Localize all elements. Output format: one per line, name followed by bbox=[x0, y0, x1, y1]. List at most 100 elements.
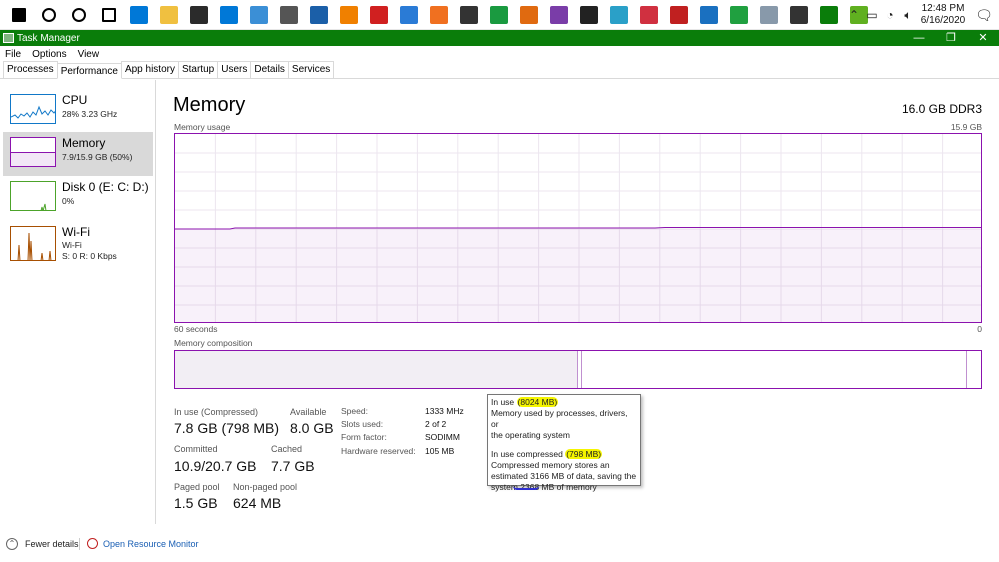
windows-start-icon[interactable] bbox=[6, 2, 32, 28]
performance-sidebar: CPU 28% 3.23 GHz Memory 7.9/15.9 GB (50%… bbox=[0, 80, 156, 524]
browser-icon[interactable] bbox=[486, 2, 512, 28]
slots-used-label: Slots used: bbox=[341, 419, 384, 429]
firefox-icon[interactable] bbox=[516, 2, 542, 28]
vscode-icon[interactable] bbox=[396, 2, 422, 28]
system-tray: ⌃ ▭ ◔ 🔈︎ 12:48 PM 6/16/2020 🗨︎ bbox=[845, 0, 999, 30]
slots-used-value: 2 of 2 bbox=[425, 419, 447, 429]
menu-bar: File Options View bbox=[0, 46, 999, 62]
app-purple-icon[interactable] bbox=[546, 2, 572, 28]
tab-app-history[interactable]: App history bbox=[120, 61, 179, 78]
menu-view[interactable]: View bbox=[78, 49, 100, 60]
composition-tooltip: In use (8024 MB) Memory used by processe… bbox=[487, 394, 641, 492]
time-span-label: 60 seconds bbox=[174, 324, 218, 334]
task-manager-icon bbox=[3, 33, 14, 43]
menu-options[interactable]: Options bbox=[32, 49, 66, 60]
remote-desktop-icon[interactable] bbox=[246, 2, 272, 28]
maximize-button[interactable]: ❐ bbox=[935, 30, 967, 46]
composition-in-use-segment[interactable] bbox=[175, 351, 578, 388]
resource-monitor-icon bbox=[87, 538, 98, 549]
record-icon[interactable] bbox=[366, 2, 392, 28]
clock[interactable]: 12:48 PM 6/16/2020 bbox=[917, 3, 969, 27]
search-icon[interactable] bbox=[36, 2, 62, 28]
tab-processes[interactable]: Processes bbox=[3, 61, 58, 78]
non-paged-pool-value: 624 MB bbox=[233, 495, 282, 511]
task-view-icon[interactable] bbox=[96, 2, 122, 28]
vlc-icon[interactable] bbox=[336, 2, 362, 28]
sidebar-memory-title: Memory bbox=[62, 136, 106, 150]
composition-free-divider bbox=[966, 351, 967, 388]
memory-usage-label: Memory usage bbox=[174, 122, 231, 132]
tooltip-compressed-value: (798 MB) bbox=[565, 449, 603, 459]
notification-icon[interactable]: 🗨︎ bbox=[969, 6, 999, 24]
wifi-thumbnail-graph bbox=[10, 226, 56, 261]
menu-file[interactable]: File bbox=[5, 49, 21, 60]
sidebar-wifi-adapter: Wi-Fi bbox=[62, 240, 82, 250]
7zip-icon[interactable] bbox=[456, 2, 482, 28]
mail-icon[interactable] bbox=[216, 2, 242, 28]
non-paged-pool-label: Non-paged pool bbox=[233, 482, 298, 492]
open-resource-monitor-link[interactable]: Open Resource Monitor bbox=[103, 539, 199, 549]
wifi-icon[interactable]: ◔ bbox=[881, 6, 899, 24]
media-icon[interactable] bbox=[426, 2, 452, 28]
tab-services[interactable]: Services bbox=[287, 61, 335, 78]
sidebar-disk-usage: 0% bbox=[62, 196, 75, 206]
memory-usage-graph bbox=[174, 133, 982, 323]
close-button[interactable]: ✕ bbox=[967, 30, 999, 46]
photos-icon[interactable] bbox=[306, 2, 332, 28]
sidebar-wifi-title: Wi-Fi bbox=[62, 225, 90, 239]
sidebar-item-cpu[interactable]: CPU 28% 3.23 GHz bbox=[3, 89, 153, 133]
cpu-thumbnail-graph bbox=[10, 94, 56, 124]
sidebar-item-memory[interactable]: Memory 7.9/15.9 GB (50%) bbox=[3, 132, 153, 176]
chevron-up-icon[interactable]: ⌃ bbox=[845, 6, 863, 24]
committed-label: Committed bbox=[174, 444, 218, 454]
task-manager-icon[interactable] bbox=[816, 2, 842, 28]
available-label: Available bbox=[290, 407, 327, 417]
snipping-icon[interactable] bbox=[636, 2, 662, 28]
speed-value: 1333 MHz bbox=[425, 406, 464, 416]
app-green-icon[interactable] bbox=[726, 2, 752, 28]
tab-details[interactable]: Details bbox=[250, 61, 289, 78]
volume-icon[interactable]: 🔈︎ bbox=[899, 6, 917, 24]
settings-icon[interactable] bbox=[276, 2, 302, 28]
available-value: 8.0 GB bbox=[290, 420, 334, 436]
battery-icon[interactable]: ▭ bbox=[863, 6, 881, 24]
memory-total: 16.0 GB DDR3 bbox=[901, 102, 982, 116]
cortana-icon[interactable] bbox=[66, 2, 92, 28]
committed-value: 10.9/20.7 GB bbox=[174, 458, 257, 474]
memory-composition-bar[interactable] bbox=[174, 350, 982, 389]
app-dark-icon[interactable] bbox=[576, 2, 602, 28]
time-zero-label: 0 bbox=[977, 324, 982, 334]
sidebar-item-disk[interactable]: Disk 0 (E: C: D:) 0% bbox=[3, 176, 153, 220]
tab-startup[interactable]: Startup bbox=[177, 61, 219, 78]
calculator-grid-icon[interactable] bbox=[666, 2, 692, 28]
tooltip-line-2: Memory used by processes, drivers, or bbox=[491, 408, 628, 429]
memory-usage-area bbox=[175, 229, 981, 322]
store-icon[interactable] bbox=[186, 2, 212, 28]
sidebar-item-wifi[interactable]: Wi-Fi Wi-Fi S: 0 R: 0 Kbps bbox=[3, 221, 153, 265]
tab-users[interactable]: Users bbox=[217, 61, 252, 78]
composition-modified-segment[interactable] bbox=[578, 351, 582, 388]
memory-usage-max: 15.9 GB bbox=[950, 122, 982, 132]
app-cyan-icon[interactable] bbox=[606, 2, 632, 28]
app-grey-icon[interactable] bbox=[756, 2, 782, 28]
calculator-icon[interactable] bbox=[786, 2, 812, 28]
tab-performance[interactable]: Performance bbox=[56, 63, 122, 79]
fewer-details-button[interactable]: Fewer details bbox=[25, 539, 79, 549]
file-explorer-icon[interactable] bbox=[156, 2, 182, 28]
clock-date: 6/16/2020 bbox=[920, 15, 966, 26]
cached-label: Cached bbox=[271, 444, 303, 454]
edge-icon[interactable] bbox=[126, 2, 152, 28]
app-blue-icon[interactable] bbox=[696, 2, 722, 28]
speed-label: Speed: bbox=[341, 406, 368, 416]
sidebar-wifi-throughput: S: 0 R: 0 Kbps bbox=[62, 251, 117, 261]
minimize-button[interactable]: — bbox=[903, 30, 935, 46]
chevron-up-icon[interactable]: ⌃ bbox=[6, 538, 18, 550]
sidebar-memory-usage: 7.9/15.9 GB (50%) bbox=[62, 152, 133, 162]
tooltip-compressed-label: In use compressed bbox=[491, 449, 566, 459]
window-title: Task Manager bbox=[17, 32, 80, 44]
annotation-underline bbox=[513, 486, 539, 490]
tooltip-in-use-value: (8024 MB) bbox=[516, 397, 559, 407]
sidebar-cpu-usage: 28% 3.23 GHz bbox=[62, 109, 118, 119]
sidebar-disk-title: Disk 0 (E: C: D:) bbox=[62, 180, 149, 194]
tooltip-line-3: the operating system bbox=[491, 430, 570, 440]
